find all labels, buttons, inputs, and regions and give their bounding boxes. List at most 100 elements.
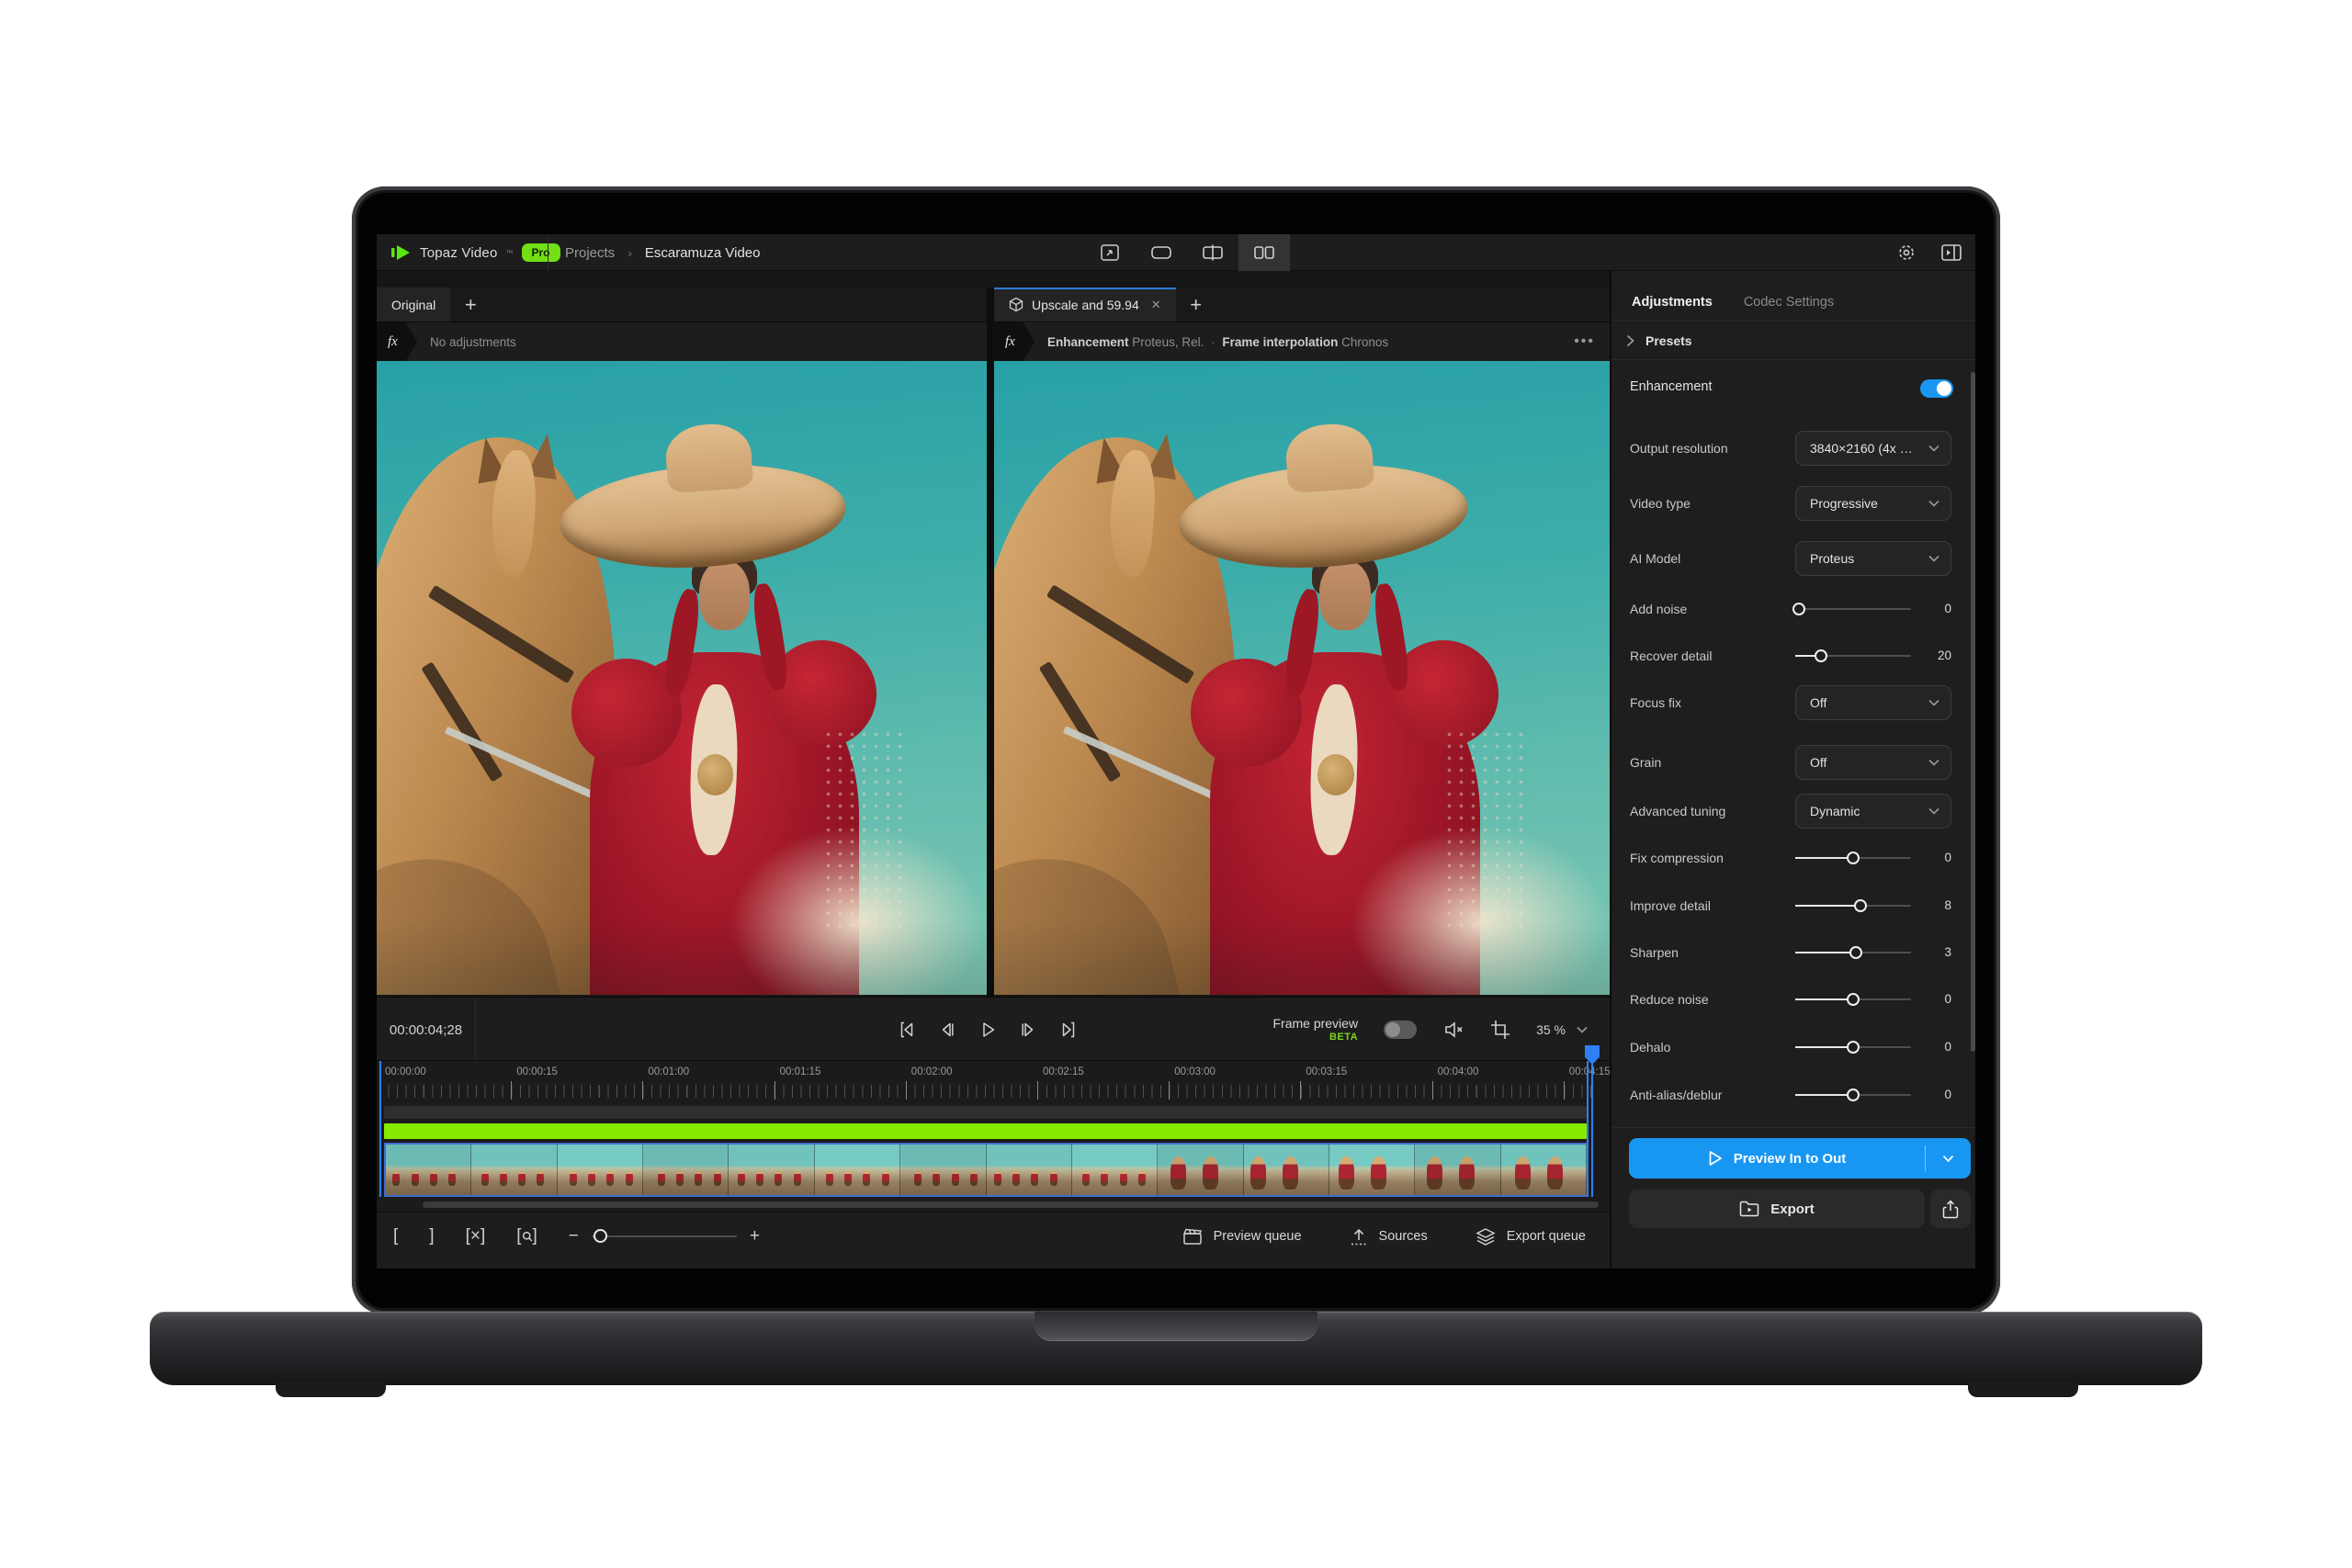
video-preview-enhanced[interactable] <box>994 361 1610 995</box>
clip-filmstrip[interactable] <box>384 1143 1589 1197</box>
left-tab-row: Original + <box>377 288 987 322</box>
skip-start-button[interactable] <box>896 1019 918 1041</box>
control-row-advanced-tuning: Advanced tuningDynamic <box>1611 793 1975 829</box>
filmstrip-thumbnail <box>987 1145 1072 1195</box>
view-mode-side-by-side[interactable] <box>1238 234 1290 271</box>
slider-handle[interactable] <box>1847 1089 1860 1101</box>
zoom-to-selection-button[interactable]: [ ] <box>516 1226 537 1247</box>
thumbnail-rider-figure <box>658 1170 665 1186</box>
timeline: 00:00:0000:00:1500:01:0000:01:1500:02:00… <box>377 1061 1610 1212</box>
preview-ready-bar[interactable] <box>384 1123 1587 1139</box>
enhancement-toggle[interactable] <box>1920 379 1953 398</box>
thumbnail-rider-figure <box>1203 1156 1218 1190</box>
thumbnail-rider-figure <box>626 1170 633 1186</box>
sidebar-scrollbar[interactable] <box>1971 372 1975 1052</box>
view-mode-split-view[interactable] <box>1187 234 1238 271</box>
zoom-in-button[interactable]: + <box>750 1226 760 1247</box>
video-type-dropdown[interactable]: Progressive <box>1795 486 1951 521</box>
grain-dropdown[interactable]: Off <box>1795 745 1951 780</box>
skip-end-button[interactable] <box>1057 1019 1080 1041</box>
clear-in-out-button[interactable]: [×] <box>466 1226 486 1247</box>
slider-handle[interactable] <box>1847 1041 1860 1054</box>
sources-button[interactable]: Sources <box>1350 1227 1428 1247</box>
in-point-marker[interactable] <box>379 1061 381 1197</box>
thumbnail-rider-figure <box>794 1170 801 1186</box>
control-row-fix-compression: Fix compression0 <box>1611 840 1975 876</box>
video-preview-original[interactable] <box>377 361 987 995</box>
filmstrip-thumbnail <box>1158 1145 1243 1195</box>
slider-handle[interactable] <box>1815 649 1827 662</box>
control-row-dehalo: Dehalo0 <box>1611 1029 1975 1066</box>
slider-handle[interactable] <box>1847 852 1860 864</box>
zoom-out-button[interactable]: − <box>569 1226 579 1247</box>
control-label: Output resolution <box>1630 430 1792 467</box>
slider-value: 0 <box>1887 1029 1951 1066</box>
cube-icon <box>1009 297 1023 312</box>
export-queue-button[interactable]: Export queue <box>1476 1227 1586 1247</box>
timeline-scrollbar[interactable] <box>423 1201 1599 1208</box>
slider-fill <box>1795 1094 1853 1096</box>
pane-original: Original + fx No adjustments <box>377 288 987 997</box>
control-label: Fix compression <box>1630 840 1792 876</box>
control-label: Anti-alias/deblur <box>1630 1077 1792 1113</box>
slider-handle[interactable] <box>1849 946 1862 959</box>
crop-button[interactable] <box>1490 1020 1510 1040</box>
add-tab-button-left[interactable]: + <box>450 288 491 321</box>
ruler-major-tick <box>642 1081 643 1100</box>
slider-handle[interactable] <box>1854 899 1867 912</box>
thumbnail-rider-figure <box>1515 1156 1531 1190</box>
focus-fix-dropdown[interactable]: Off <box>1795 685 1951 720</box>
preview-in-to-out-button[interactable]: Preview In to Out <box>1629 1138 1971 1179</box>
export-button[interactable]: Export <box>1629 1190 1925 1228</box>
tab-original[interactable]: Original <box>377 288 450 321</box>
set-in-point-button[interactable]: [ <box>393 1226 398 1247</box>
frame-back-button[interactable] <box>936 1019 958 1041</box>
out-point-marker[interactable] <box>1587 1061 1589 1197</box>
preview-queue-button[interactable]: Preview queue <box>1182 1227 1302 1246</box>
skip-start-icon <box>897 1020 917 1040</box>
playhead-line[interactable] <box>1591 1050 1593 1197</box>
view-mode-single-view[interactable] <box>1136 234 1187 271</box>
preview-options-split[interactable] <box>1925 1145 1971 1171</box>
tab-codec-settings[interactable]: Codec Settings <box>1744 295 1834 310</box>
sidebar-footer-divider <box>1611 1127 1975 1128</box>
control-label: Improve detail <box>1630 887 1792 924</box>
thumbnail-rider-figure <box>1050 1170 1057 1186</box>
view-mode-fit-view[interactable] <box>1084 234 1136 271</box>
add-tab-button-right[interactable]: + <box>1176 288 1216 321</box>
output-resolution-dropdown[interactable]: 3840×2160 (4x … <box>1795 431 1951 466</box>
ruler-tick-label: 00:03:00 <box>1174 1066 1216 1077</box>
ai-model-dropdown[interactable]: Proteus <box>1795 541 1951 576</box>
toggle-sidebar-button[interactable] <box>1940 243 1962 262</box>
more-options-icon[interactable]: ••• <box>1574 333 1595 350</box>
timeline-zoom-handle[interactable] <box>594 1229 607 1243</box>
timeline-zoom-slider[interactable] <box>592 1235 737 1237</box>
frame-interp-summary-value: Chronos <box>1341 335 1388 349</box>
thumbnail-rider-figure <box>844 1170 852 1186</box>
tab-adjustments[interactable]: Adjustments <box>1632 295 1713 310</box>
control-label: Reduce noise <box>1630 981 1792 1018</box>
slider-handle[interactable] <box>1847 993 1860 1006</box>
share-button[interactable] <box>1930 1190 1971 1228</box>
advanced-tuning-dropdown[interactable]: Dynamic <box>1795 794 1951 829</box>
set-out-point-button[interactable]: ] <box>429 1226 434 1247</box>
control-label: Focus fix <box>1630 684 1792 721</box>
share-icon <box>1942 1200 1959 1219</box>
close-tab-icon[interactable]: ✕ <box>1151 298 1161 312</box>
timeline-ruler[interactable]: 00:00:0000:00:1500:01:0000:01:1500:02:00… <box>377 1061 1610 1104</box>
frame-preview-toggle[interactable] <box>1384 1021 1417 1039</box>
control-row-anti-alias-deblur: Anti-alias/deblur0 <box>1611 1077 1975 1113</box>
frame-forward-button[interactable] <box>1017 1019 1039 1041</box>
play-button[interactable] <box>977 1019 999 1041</box>
ruler-tick-label: 00:04:00 <box>1438 1066 1479 1077</box>
mute-button[interactable] <box>1442 1020 1464 1040</box>
timecode-display: 00:00:04;28 <box>377 998 476 1062</box>
presets-row[interactable]: Presets <box>1611 321 1975 360</box>
tab-upscale[interactable]: Upscale and 59.94 ✕ <box>994 288 1176 321</box>
zoom-level-dropdown[interactable]: 35 % <box>1536 1022 1588 1037</box>
settings-button[interactable] <box>1896 243 1917 263</box>
breadcrumb-projects[interactable]: Projects <box>565 245 615 261</box>
enhancement-label: Enhancement <box>1630 379 1712 394</box>
slider-handle[interactable] <box>1792 603 1805 615</box>
filmstrip-thumbnail <box>643 1145 729 1195</box>
